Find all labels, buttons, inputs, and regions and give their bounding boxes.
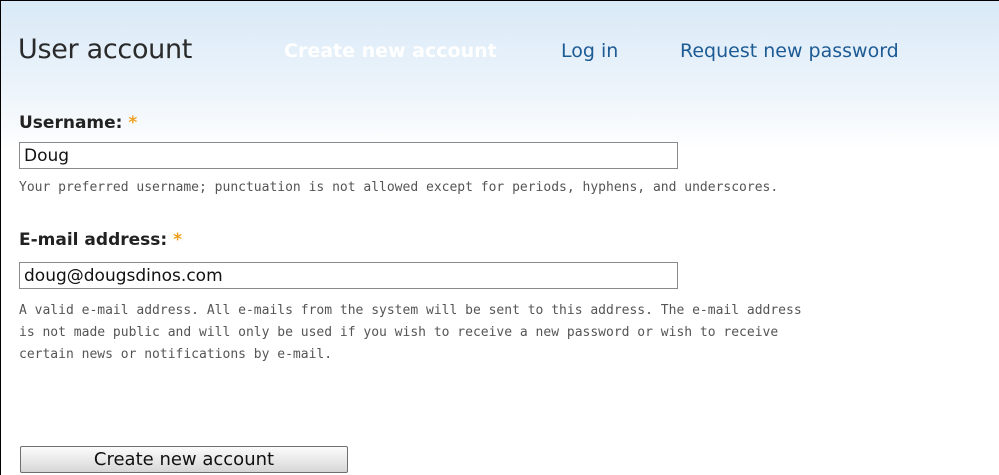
- username-label: Username: *: [19, 113, 137, 133]
- email-description-line: certain news or notifications by e-mail.: [19, 347, 333, 362]
- email-input[interactable]: [19, 262, 678, 289]
- username-description: Your preferred username; punctuation is …: [19, 180, 779, 195]
- username-required-marker: *: [128, 113, 138, 133]
- email-label: E-mail address: *: [19, 230, 182, 250]
- create-new-account-button[interactable]: Create new account: [20, 446, 348, 473]
- email-description-line: A valid e-mail address. All e-mails from…: [19, 303, 802, 318]
- tab-create-new-account[interactable]: Create new account: [284, 40, 497, 62]
- tab-log-in[interactable]: Log in: [561, 40, 618, 62]
- email-required-marker: *: [173, 230, 182, 250]
- tab-request-new-password[interactable]: Request new password: [680, 40, 899, 62]
- page-title: User account: [18, 34, 193, 65]
- email-description: A valid e-mail address. All e-mails from…: [19, 300, 994, 366]
- username-input[interactable]: [19, 142, 678, 169]
- email-description-line: is not made public and will only be used…: [19, 325, 779, 340]
- page-frame: User account Create new account Log in R…: [0, 0, 999, 475]
- email-label-text: E-mail address:: [19, 230, 168, 250]
- username-label-text: Username:: [19, 113, 123, 133]
- header: User account Create new account Log in R…: [1, 1, 999, 96]
